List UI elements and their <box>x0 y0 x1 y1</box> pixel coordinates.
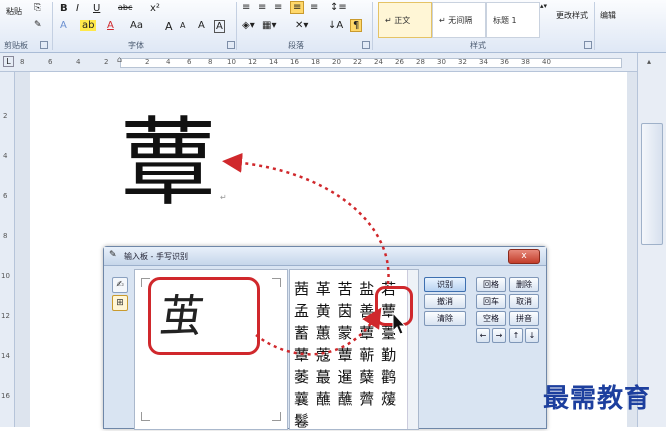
arrow-to-candidate <box>255 307 382 356</box>
arrow-to-document <box>222 152 390 285</box>
mouse-cursor-icon <box>392 312 407 335</box>
annotation-arrows <box>222 152 390 356</box>
watermark-text: 最需教育 <box>543 384 652 414</box>
